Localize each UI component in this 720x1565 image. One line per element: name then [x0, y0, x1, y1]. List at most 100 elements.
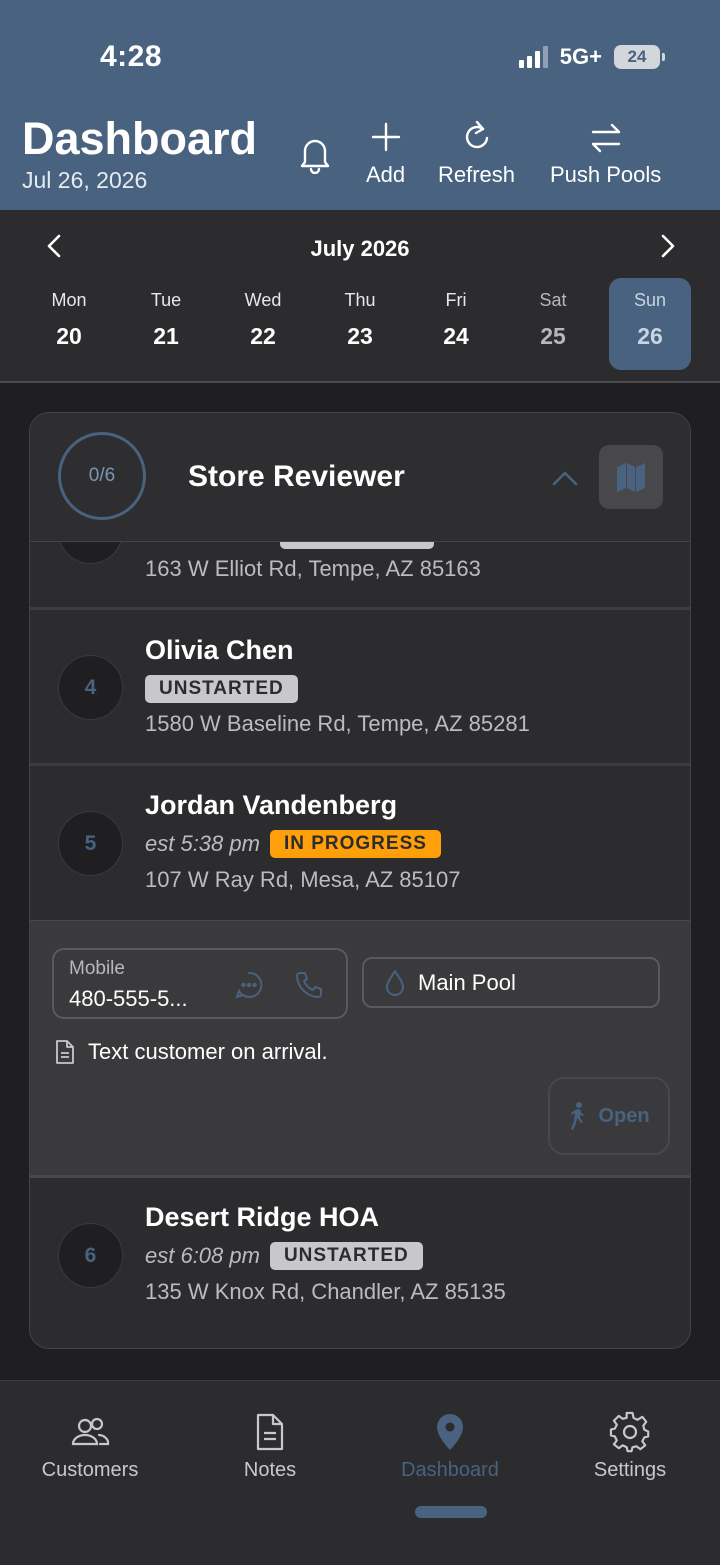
day-number: 24: [443, 323, 469, 349]
nav-label: Settings: [593, 1459, 667, 1481]
nav-settings[interactable]: Settings: [540, 1411, 720, 1482]
active-tab-indicator: [415, 1506, 487, 1518]
document-icon: [256, 1413, 284, 1451]
status-badge: UNSTARTED: [269, 1242, 423, 1270]
stop-address: 1580 W Baseline Rd, Tempe, AZ 85281: [145, 711, 530, 736]
route-progress-text: 0/6: [88, 465, 116, 486]
day-name: Sat: [539, 290, 567, 310]
stop-address: 163 W Elliot Rd, Tempe, AZ 85163: [145, 556, 481, 581]
pool-name: Main Pool: [418, 969, 516, 995]
map-icon: [617, 463, 645, 492]
gear-icon: [609, 1411, 650, 1453]
stop-meta: UNSTARTED: [145, 675, 298, 703]
page-title: Dashboard: [22, 113, 258, 164]
day-number: 23: [347, 323, 373, 349]
add-button[interactable]: Add: [366, 118, 405, 188]
day-name: Thu: [344, 290, 376, 310]
open-label: Open: [598, 1104, 650, 1127]
battery-level: 24: [627, 47, 647, 66]
swap-icon: [591, 123, 620, 153]
stop-number: 6: [58, 1223, 123, 1288]
stop-number: 5: [58, 811, 123, 876]
chevron-right-icon[interactable]: [654, 233, 680, 259]
stop-meta: est 5:38 pm IN PROGRESS: [145, 830, 441, 858]
day-name: Sun: [633, 290, 667, 310]
stop-row-4[interactable]: 4 Olivia Chen UNSTARTED 1580 W Baseline …: [30, 610, 690, 766]
status-time: 4:28: [100, 40, 163, 73]
stop-address: 135 W Knox Rd, Chandler, AZ 85135: [145, 1279, 506, 1304]
nav-label: Notes: [243, 1459, 297, 1481]
phone-icon[interactable]: [294, 970, 324, 1000]
pool-selector[interactable]: Main Pool: [362, 957, 660, 1008]
day-wed[interactable]: Wed 22: [222, 278, 304, 370]
day-list: Mon 20 Tue 21 Wed 22 Thu 23 Fri 24 Sat 25 Sun 2…: [22, 278, 698, 370]
app-header: 4:28 5G+ 24 Dashboard Jul 26, 2026 Add R…: [0, 0, 720, 210]
stop-eta: est 5:38 pm: [145, 831, 260, 856]
day-thu[interactable]: Thu 23: [319, 278, 401, 370]
people-icon: [71, 1417, 110, 1446]
signal-icon: [518, 46, 548, 68]
day-name: Wed: [244, 290, 282, 310]
stop-note: Text customer on arrival.: [54, 1039, 328, 1065]
day-name: Tue: [150, 290, 182, 310]
stop-details-panel: Mobile 480-555-5... Main Pool Text custo…: [30, 921, 690, 1178]
day-name: Fri: [445, 290, 467, 310]
nav-label: Customers: [41, 1459, 139, 1481]
phone-number: 480-555-5...: [69, 986, 188, 1011]
document-icon: [56, 1040, 74, 1064]
route-card: 0/6 Store Reviewer 3 163 W Elliot Rd, Te…: [29, 412, 691, 1349]
push-pools-label: Push Pools: [550, 162, 662, 187]
route-card-header[interactable]: 0/6 Store Reviewer: [30, 413, 690, 542]
day-mon[interactable]: Mon 20: [28, 278, 110, 370]
day-tue[interactable]: Tue 21: [125, 278, 207, 370]
plus-icon: [371, 122, 400, 152]
push-pools-button[interactable]: Push Pools: [550, 118, 661, 188]
nav-dashboard[interactable]: Dashboard: [360, 1411, 540, 1482]
stop-address: 107 W Ray Rd, Mesa, AZ 85107: [145, 867, 461, 892]
phone-field[interactable]: Mobile 480-555-5...: [52, 948, 348, 1019]
water-drop-icon: [386, 969, 404, 996]
refresh-icon: [465, 120, 488, 149]
walking-person-icon: [571, 1102, 585, 1130]
bottom-nav: Customers Notes Dashboard Settings: [0, 1380, 720, 1565]
battery-icon: 24: [614, 45, 665, 69]
day-number: 25: [540, 323, 566, 349]
map-button[interactable]: [599, 445, 663, 509]
stop-customer-name: Desert Ridge HOA: [145, 1202, 380, 1232]
stop-meta: est 6:08 pm UNSTARTED: [145, 1242, 423, 1270]
day-number: 20: [56, 323, 82, 349]
status-indicators: 5G+ 24: [518, 44, 665, 70]
month-label: July 2026: [310, 236, 410, 261]
day-sat[interactable]: Sat 25: [512, 278, 594, 370]
refresh-button[interactable]: Refresh: [438, 118, 515, 188]
nav-notes[interactable]: Notes: [180, 1411, 360, 1482]
network-type: 5G+: [559, 44, 602, 69]
open-stop-button[interactable]: Open: [548, 1077, 670, 1155]
nav-label: Dashboard: [401, 1459, 499, 1481]
location-pin-icon: [437, 1414, 463, 1450]
stop-number: 4: [58, 655, 123, 720]
day-number: 26: [637, 323, 663, 349]
stop-customer-name: Jordan Vandenberg: [145, 790, 398, 820]
route-progress: 0/6: [58, 432, 146, 520]
nav-customers[interactable]: Customers: [0, 1411, 180, 1482]
status-badge: UNSTARTED: [145, 675, 298, 703]
day-number: 22: [250, 323, 276, 349]
stop-row-6[interactable]: 6 Desert Ridge HOA est 6:08 pm UNSTARTED…: [30, 1178, 690, 1334]
stop-row-5[interactable]: 5 Jordan Vandenberg est 5:38 pm IN PROGR…: [30, 766, 690, 921]
page-date: Jul 26, 2026: [22, 167, 148, 193]
bell-icon[interactable]: [297, 134, 333, 174]
note-text: Text customer on arrival.: [88, 1039, 328, 1064]
day-number: 21: [153, 323, 179, 349]
route-name: Store Reviewer: [188, 460, 405, 493]
week-selector: July 2026 Mon 20 Tue 21 Wed 22 Thu 23 Fri 24 …: [0, 210, 720, 383]
chevron-up-icon[interactable]: [550, 467, 580, 489]
stop-eta: est 6:08 pm: [145, 1243, 260, 1268]
chat-icon[interactable]: [234, 970, 264, 1000]
day-name: Mon: [51, 290, 87, 310]
add-label: Add: [366, 162, 406, 187]
day-fri[interactable]: Fri 24: [415, 278, 497, 370]
day-sun-selected[interactable]: Sun 26: [609, 278, 691, 370]
refresh-label: Refresh: [438, 162, 516, 187]
status-badge: IN PROGRESS: [269, 830, 441, 858]
